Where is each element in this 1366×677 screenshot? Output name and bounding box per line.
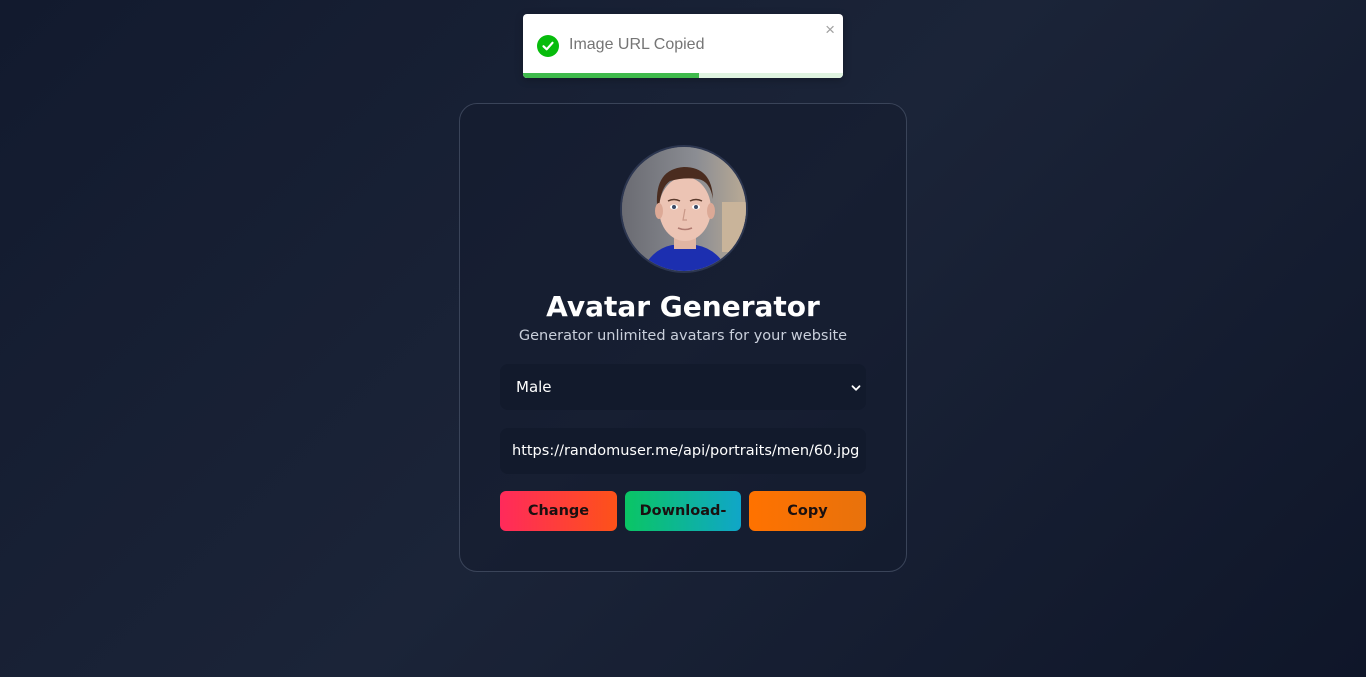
toast-message: Image URL Copied — [569, 36, 705, 53]
gender-select[interactable]: Male — [500, 364, 866, 410]
copy-button[interactable]: Copy — [749, 491, 866, 531]
chevron-down-icon — [850, 379, 862, 391]
toast-progress-bar — [523, 73, 699, 78]
toast-close-icon[interactable]: × — [825, 20, 835, 40]
change-button[interactable]: Change — [500, 491, 617, 531]
avatar — [620, 145, 748, 273]
check-circle-icon — [537, 35, 559, 57]
image-url-field[interactable]: https://randomuser.me/api/portraits/men/… — [500, 428, 866, 474]
avatar-generator-card: Avatar Generator Generator unlimited ava… — [459, 103, 907, 572]
page-subtitle: Generator unlimited avatars for your web… — [518, 328, 848, 344]
toast-notification: Image URL Copied × — [523, 14, 843, 78]
gender-select-value: Male — [516, 378, 552, 396]
avatar-photo — [622, 147, 746, 271]
download-button[interactable]: Download- — [625, 491, 741, 531]
image-url-value: https://randomuser.me/api/portraits/men/… — [512, 443, 860, 459]
page-title: Avatar Generator — [546, 290, 820, 323]
